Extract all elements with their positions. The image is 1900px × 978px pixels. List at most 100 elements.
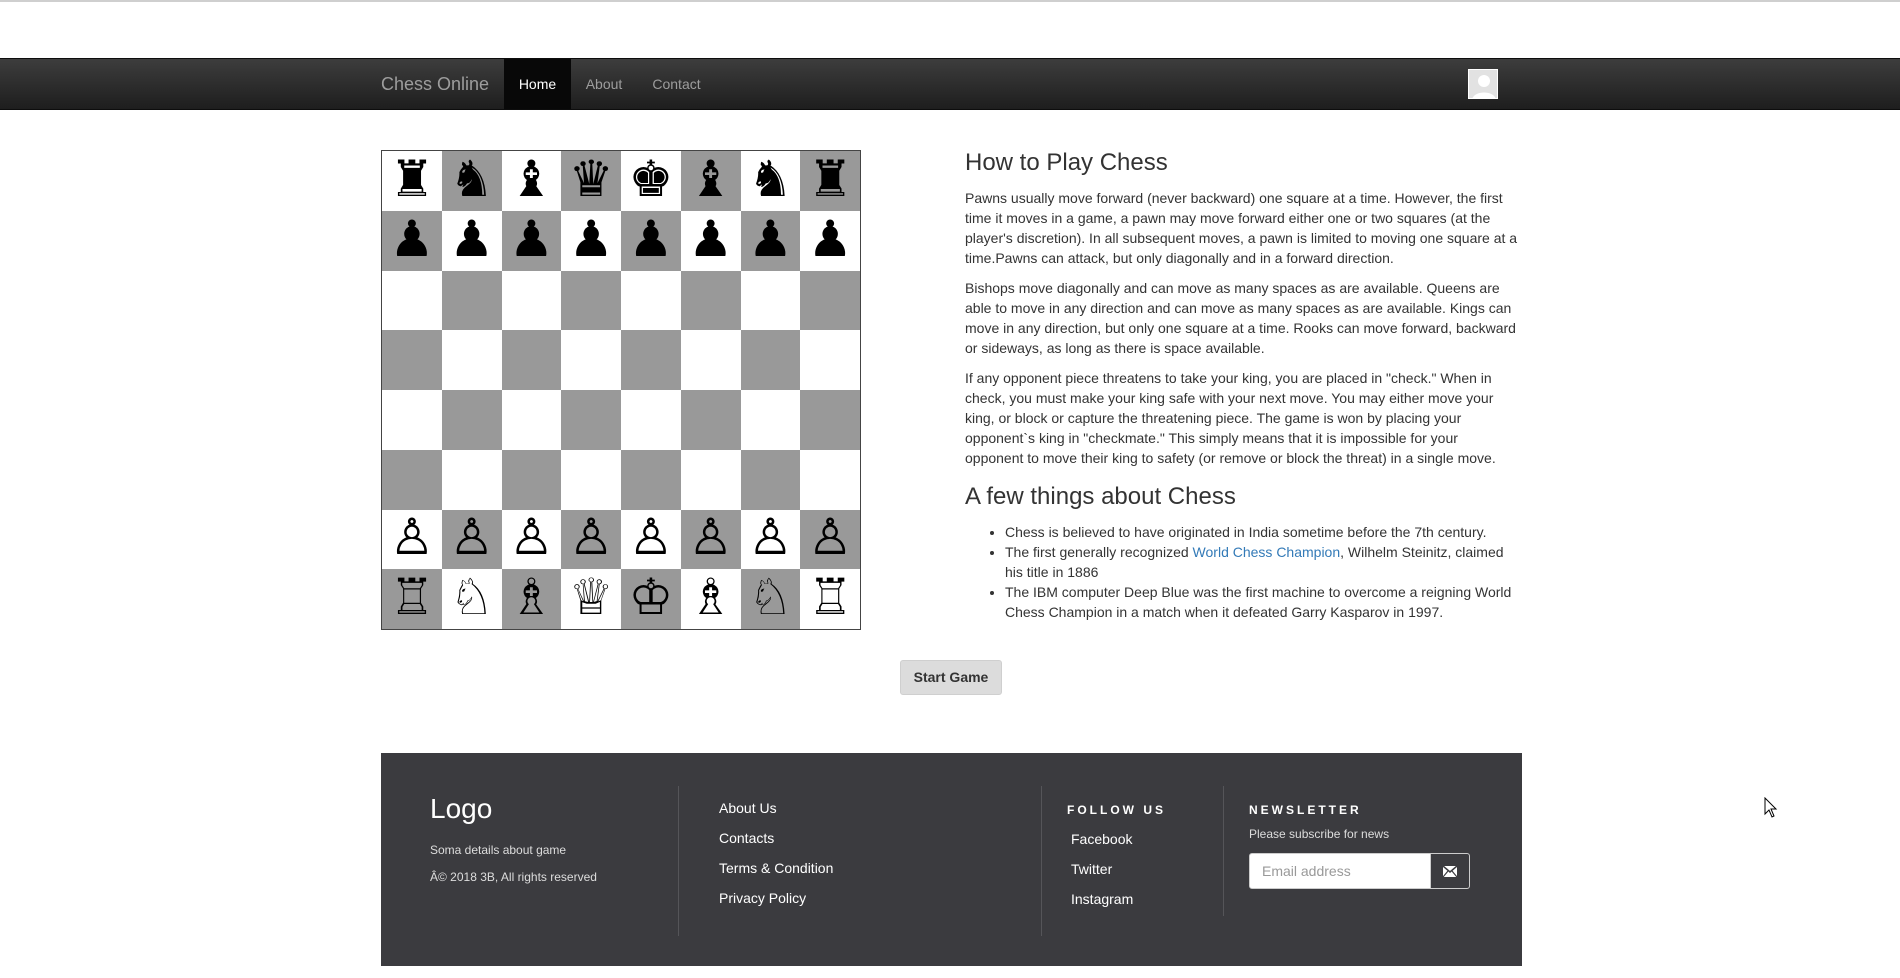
nav-about[interactable]: About	[571, 59, 637, 109]
nav-contact[interactable]: Contact	[637, 59, 716, 109]
square-b7[interactable]: ♟	[441, 210, 502, 271]
square-e1[interactable]: ♔	[621, 569, 681, 629]
square-a7[interactable]: ♟	[382, 210, 442, 271]
chess-piece[interactable]: ♟	[509, 214, 554, 264]
square-g7[interactable]: ♟	[740, 210, 801, 271]
square-c8[interactable]: ♝	[501, 151, 562, 211]
chess-piece[interactable]: ♘	[449, 572, 494, 622]
square-c1[interactable]: ♗	[501, 569, 562, 629]
chess-piece[interactable]: ♟	[449, 214, 494, 264]
square-b3[interactable]	[441, 449, 502, 510]
square-e7[interactable]: ♟	[621, 210, 681, 271]
chess-piece[interactable]: ♙	[389, 512, 434, 562]
square-c2[interactable]: ♙	[501, 509, 562, 570]
square-f2[interactable]: ♙	[680, 509, 741, 570]
social-facebook[interactable]: Facebook	[1071, 831, 1132, 847]
square-e5[interactable]	[621, 330, 681, 390]
chess-piece[interactable]: ♜	[389, 154, 434, 204]
footer-link-terms[interactable]: Terms & Condition	[719, 860, 833, 876]
square-e6[interactable]	[621, 270, 681, 331]
square-f6[interactable]	[680, 270, 741, 331]
chess-piece[interactable]: ♞	[449, 154, 494, 204]
square-d7[interactable]: ♟	[561, 210, 621, 271]
chess-piece[interactable]: ♚	[628, 154, 673, 204]
chess-piece[interactable]: ♞	[748, 154, 793, 204]
square-h3[interactable]	[800, 449, 860, 510]
square-h5[interactable]	[800, 330, 860, 390]
square-g3[interactable]	[740, 449, 801, 510]
social-instagram[interactable]: Instagram	[1071, 891, 1133, 907]
square-g6[interactable]	[740, 270, 801, 331]
chess-piece[interactable]: ♟	[748, 214, 793, 264]
chess-piece[interactable]: ♟	[569, 214, 614, 264]
square-e8[interactable]: ♚	[621, 151, 681, 211]
square-c4[interactable]	[501, 390, 562, 450]
square-e4[interactable]	[621, 390, 681, 450]
chess-piece[interactable]: ♜	[808, 154, 853, 204]
square-f5[interactable]	[680, 330, 741, 390]
chess-piece[interactable]: ♙	[688, 512, 733, 562]
chess-piece[interactable]: ♙	[628, 512, 673, 562]
start-game-button[interactable]: Start Game	[900, 660, 1002, 695]
square-h2[interactable]: ♙	[800, 509, 860, 570]
footer-link-about-us[interactable]: About Us	[719, 800, 777, 816]
square-d4[interactable]	[561, 390, 621, 450]
square-b4[interactable]	[441, 390, 502, 450]
square-d3[interactable]	[561, 449, 621, 510]
square-h4[interactable]	[800, 390, 860, 450]
square-a5[interactable]	[382, 330, 442, 390]
square-b1[interactable]: ♘	[441, 569, 502, 629]
chess-piece[interactable]: ♖	[808, 572, 853, 622]
square-c3[interactable]	[501, 449, 562, 510]
footer-logo[interactable]: Logo	[430, 793, 492, 825]
nav-home[interactable]: Home	[504, 59, 571, 109]
square-f8[interactable]: ♝	[680, 151, 741, 211]
square-a1[interactable]: ♖	[382, 569, 442, 629]
chess-board[interactable]: ♜ ♞ ♝ ♛ ♚ ♝ ♞ ♜ ♟ ♟ ♟ ♟ ♟ ♟ ♟ ♟ ♙ ♙ ♙ ♙ ♙ ♙ ♙ ♙ ♖ ♘ ♗ ♕ ♔ ♗ ♘ ♖	[381, 150, 861, 630]
square-h1[interactable]: ♖	[800, 569, 860, 629]
square-g2[interactable]: ♙	[740, 509, 801, 570]
square-f4[interactable]	[680, 390, 741, 450]
square-a3[interactable]	[382, 449, 442, 510]
chess-piece[interactable]: ♙	[449, 512, 494, 562]
square-d8[interactable]: ♛	[561, 151, 621, 211]
square-g1[interactable]: ♘	[740, 569, 801, 629]
square-g8[interactable]: ♞	[740, 151, 801, 211]
square-f1[interactable]: ♗	[680, 569, 741, 629]
chess-piece[interactable]: ♝	[688, 154, 733, 204]
chess-piece[interactable]: ♙	[808, 512, 853, 562]
square-d5[interactable]	[561, 330, 621, 390]
chess-piece[interactable]: ♖	[389, 572, 434, 622]
chess-piece[interactable]: ♟	[628, 214, 673, 264]
square-d2[interactable]: ♙	[561, 509, 621, 570]
world-champion-link[interactable]: World Chess Champion	[1193, 544, 1341, 560]
square-f3[interactable]	[680, 449, 741, 510]
brand-link[interactable]: Chess Online	[381, 59, 489, 109]
square-f7[interactable]: ♟	[680, 210, 741, 271]
chess-piece[interactable]: ♙	[509, 512, 554, 562]
chess-piece[interactable]: ♙	[569, 512, 614, 562]
subscribe-button[interactable]	[1430, 853, 1470, 889]
square-c5[interactable]	[501, 330, 562, 390]
user-avatar-icon[interactable]	[1468, 69, 1498, 99]
square-b5[interactable]	[441, 330, 502, 390]
chess-piece[interactable]: ♛	[569, 154, 614, 204]
square-b8[interactable]: ♞	[441, 151, 502, 211]
square-c7[interactable]: ♟	[501, 210, 562, 271]
footer-link-contacts[interactable]: Contacts	[719, 830, 774, 846]
chess-piece[interactable]: ♙	[748, 512, 793, 562]
chess-piece[interactable]: ♗	[509, 572, 554, 622]
square-a4[interactable]	[382, 390, 442, 450]
square-g5[interactable]	[740, 330, 801, 390]
chess-piece[interactable]: ♔	[628, 572, 673, 622]
square-d6[interactable]	[561, 270, 621, 331]
chess-piece[interactable]: ♟	[688, 214, 733, 264]
square-a6[interactable]	[382, 270, 442, 331]
square-g4[interactable]	[740, 390, 801, 450]
social-twitter[interactable]: Twitter	[1071, 861, 1112, 877]
footer-link-privacy[interactable]: Privacy Policy	[719, 890, 806, 906]
square-e2[interactable]: ♙	[621, 509, 681, 570]
square-h6[interactable]	[800, 270, 860, 331]
square-h8[interactable]: ♜	[800, 151, 860, 211]
square-d1[interactable]: ♕	[561, 569, 621, 629]
